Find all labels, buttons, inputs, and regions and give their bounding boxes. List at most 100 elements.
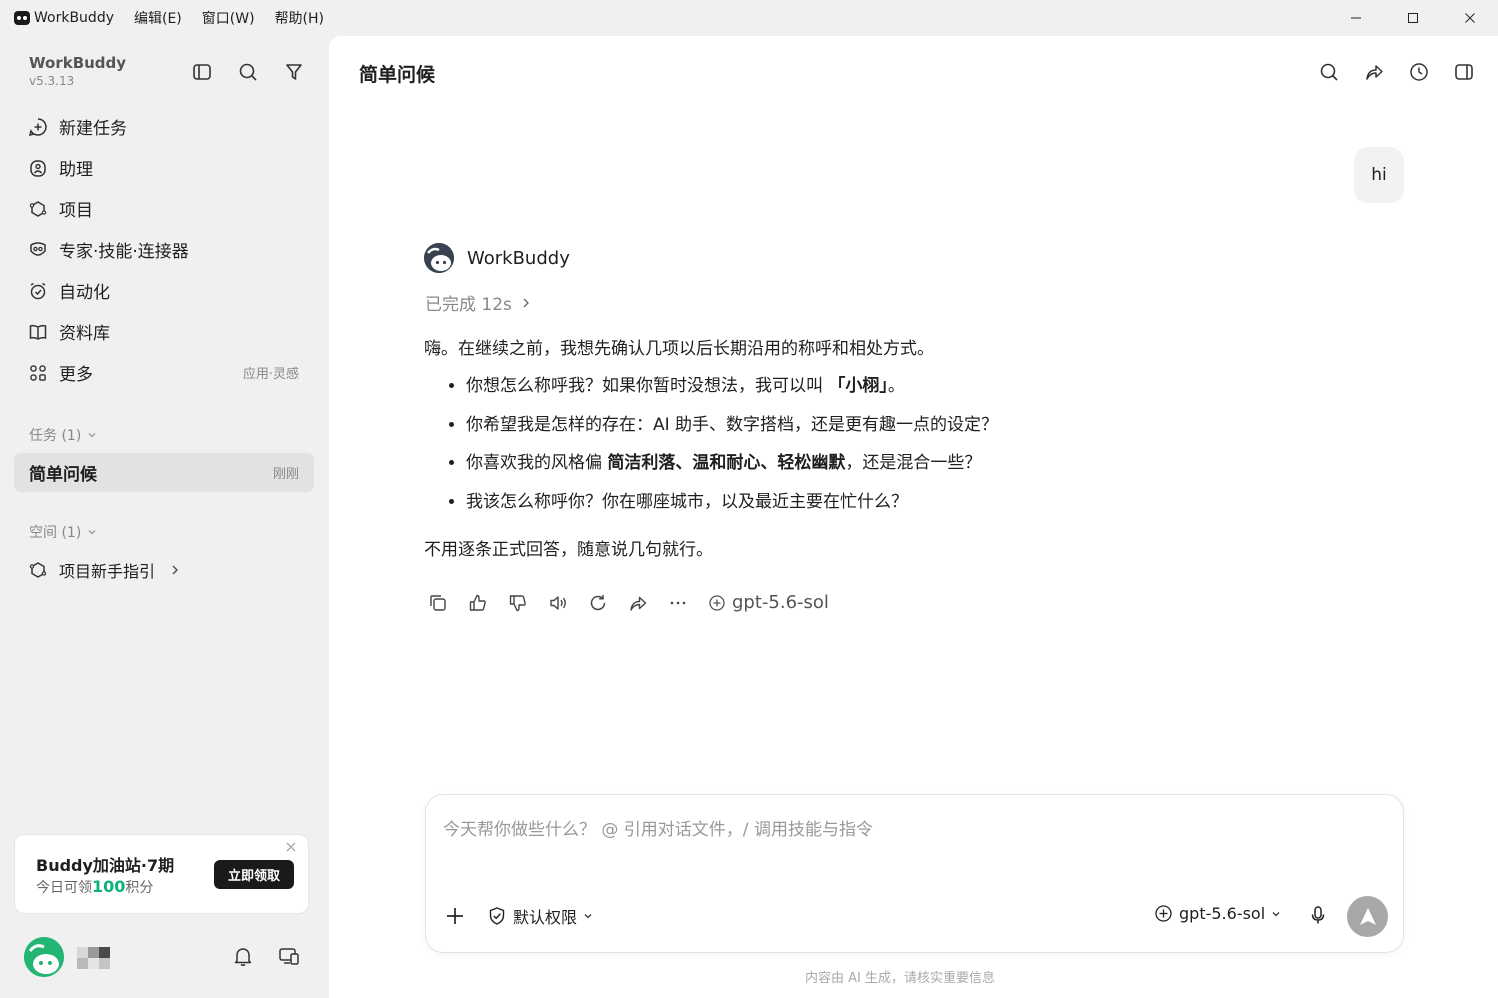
filter-icon [286, 64, 302, 80]
bullet-bold: 简洁利落、温和耐心、轻松幽默 [607, 453, 846, 473]
history-button[interactable] [1407, 60, 1431, 84]
more-options-button[interactable] [668, 593, 688, 613]
devices-icon [279, 948, 299, 965]
sidebar-item-project[interactable]: 项目 [14, 188, 314, 229]
promo-title: Buddy加油站·7期 [36, 856, 175, 875]
completion-status[interactable]: 已完成 12s [425, 290, 532, 315]
copy-icon [430, 594, 446, 611]
bullet-text: 你想怎么称呼我？如果你暂时没想法，我可以叫 [466, 376, 829, 396]
sidebar-search-button[interactable] [236, 60, 260, 84]
sidebar-item-assistant[interactable]: 助理 [14, 147, 314, 188]
menu-edit[interactable]: 编辑(E) [134, 8, 182, 28]
copy-button[interactable] [428, 593, 448, 613]
thumbs-down-icon [509, 594, 526, 611]
app-logo-icon [13, 9, 31, 27]
promo-points: 100 [92, 877, 126, 896]
send-arrow-icon [1359, 907, 1376, 925]
sidebar-footer [24, 937, 314, 977]
promo-close-button[interactable] [284, 839, 300, 855]
sidebar-item-label: 自动化 [59, 283, 110, 303]
brand: WorkBuddy v5.3.13 [29, 54, 126, 88]
menu-help[interactable]: 帮助(H) [275, 8, 324, 28]
model-plus-icon [1155, 905, 1172, 922]
right-panel-icon [1455, 64, 1473, 80]
bullet-text: 。 [887, 376, 905, 396]
clock-icon [1410, 63, 1428, 81]
notifications-button[interactable] [232, 945, 254, 971]
library-icon [28, 322, 48, 342]
read-aloud-button[interactable] [548, 593, 568, 613]
sidebar-item-experts[interactable]: 专家·技能·连接器 [14, 229, 314, 270]
refresh-icon [590, 594, 606, 610]
message-model-badge: gpt-5.6-sol [708, 592, 829, 613]
space-title: 项目新手指引 [59, 562, 156, 581]
share-icon [1366, 65, 1383, 80]
share-message-button[interactable] [628, 593, 648, 613]
maximize-button[interactable] [1384, 0, 1441, 36]
claim-button[interactable]: 立即领取 [214, 860, 294, 889]
automation-icon [28, 281, 48, 301]
dislike-button[interactable] [508, 593, 528, 613]
menu-window[interactable]: 窗口(W) [202, 8, 255, 28]
devices-button[interactable] [278, 945, 300, 971]
promo-sub-suffix: 积分 [125, 880, 154, 896]
chevron-right-icon [172, 565, 178, 575]
page-title: 简单问候 [359, 64, 436, 86]
composer-input[interactable]: 今天帮你做些什么？ @ 引用对话文件，/ 调用技能与指令 [443, 815, 873, 840]
tasks-section-toggle[interactable]: 任务 (1) [29, 425, 97, 445]
version-label: v5.3.13 [29, 74, 75, 88]
assistant-icon [28, 158, 48, 178]
answer-list: 你想怎么称呼我？如果你暂时没想法，我可以叫 「小栩」。 你希望我是怎样的存在：A… [424, 373, 1124, 527]
send-button[interactable] [1347, 896, 1388, 937]
expert-icon [28, 240, 48, 260]
sidebar-item-label: 项目 [59, 201, 93, 221]
sidebar-item-new-task[interactable]: 新建任务 [14, 106, 314, 147]
sidebar-item-automation[interactable]: 自动化 [14, 270, 314, 311]
model-selector[interactable]: gpt-5.6-sol [1154, 904, 1281, 923]
composer: 今天帮你做些什么？ @ 引用对话文件，/ 调用技能与指令 默认权限 gpt-5.… [425, 794, 1404, 953]
share-icon [630, 596, 647, 611]
attach-button[interactable] [445, 906, 465, 930]
task-title: 简单问候 [29, 465, 97, 485]
ai-disclaimer: 内容由 AI 生成，请核实重要信息 [805, 971, 995, 986]
chevron-down-icon [1272, 911, 1280, 916]
window-controls [1327, 0, 1498, 36]
space-item[interactable]: 项目新手指引 [28, 558, 181, 582]
app-name: WorkBuddy [34, 10, 114, 26]
voice-input-button[interactable] [1308, 905, 1328, 929]
regenerate-button[interactable] [588, 593, 608, 613]
sidebar-item-label: 新建任务 [59, 119, 127, 139]
toggle-right-panel-button[interactable] [1452, 60, 1476, 84]
bot-header: WorkBuddy [424, 243, 570, 273]
sidebar-item-more[interactable]: 更多 应用·灵感 [14, 352, 314, 393]
search-button[interactable] [1317, 60, 1341, 84]
chevron-down-icon [88, 530, 96, 535]
sidebar-item-library[interactable]: 资料库 [14, 311, 314, 352]
task-item[interactable]: 简单问候 刚刚 [14, 453, 314, 492]
message-model-label: gpt-5.6-sol [732, 592, 829, 613]
toggle-sidebar-button[interactable] [190, 60, 214, 84]
spaces-section-toggle[interactable]: 空间 (1) [29, 522, 97, 542]
model-plus-icon [709, 594, 725, 611]
permission-selector[interactable]: 默认权限 [487, 904, 593, 928]
bullet-text: 我该怎么称呼你？你在哪座城市，以及最近主要在忙什么？ [466, 491, 908, 512]
close-button[interactable] [1441, 0, 1498, 36]
thumbs-up-icon [469, 594, 486, 611]
spaces-section-label: 空间 (1) [29, 525, 82, 541]
more-apps-icon [28, 363, 48, 383]
more-horizontal-icon [670, 601, 686, 604]
title-bar: WorkBuddy 编辑(E) 窗口(W) 帮助(H) [0, 0, 1498, 36]
share-button[interactable] [1362, 60, 1386, 84]
microphone-icon [1311, 906, 1325, 924]
sidebar-item-label: 资料库 [59, 324, 110, 344]
assistant-answer: 嗨。在继续之前，我想先确认几项以后长期沿用的称呼和相处方式。 你想怎么称呼我？如… [424, 336, 1124, 564]
main-panel: 简单问候 hi WorkBuddy 已完成 12s 嗨。在继续之前，我想先确认几… [329, 36, 1498, 998]
avatar[interactable] [24, 937, 64, 977]
filter-button[interactable] [282, 60, 306, 84]
bell-icon [234, 948, 252, 966]
bot-avatar-icon [424, 243, 454, 273]
minimize-button[interactable] [1327, 0, 1384, 36]
like-button[interactable] [468, 593, 488, 613]
chevron-down-icon [88, 433, 96, 438]
project-icon [28, 560, 48, 580]
